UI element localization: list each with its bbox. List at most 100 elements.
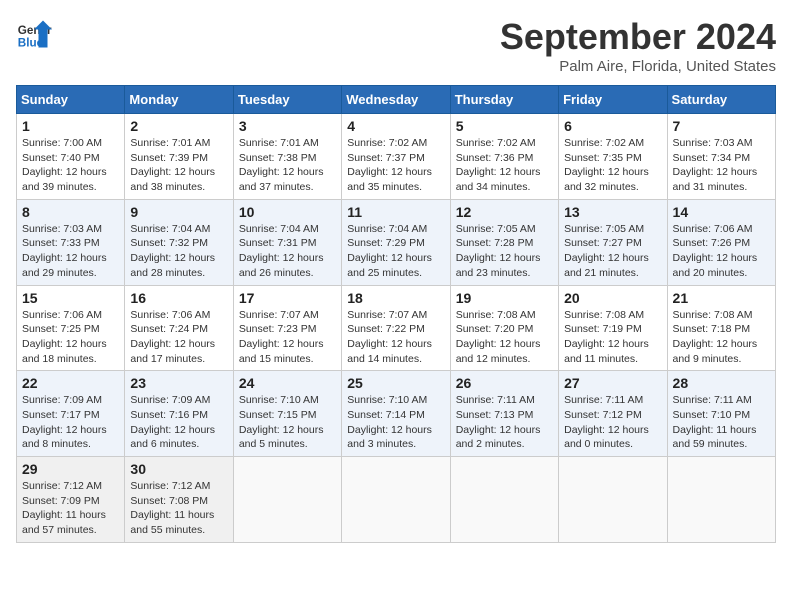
calendar-cell: 3 Sunrise: 7:01 AMSunset: 7:38 PMDaylight…	[233, 114, 341, 200]
day-info: Sunrise: 7:01 AMSunset: 7:38 PMDaylight:…	[239, 136, 336, 195]
day-info: Sunrise: 7:07 AMSunset: 7:22 PMDaylight:…	[347, 308, 444, 367]
day-number: 3	[239, 118, 336, 134]
weekday-header-wednesday: Wednesday	[342, 86, 450, 114]
weekday-header-monday: Monday	[125, 86, 233, 114]
day-number: 27	[564, 375, 661, 391]
day-number: 12	[456, 204, 553, 220]
calendar-cell: 24 Sunrise: 7:10 AMSunset: 7:15 PMDayligh…	[233, 371, 341, 457]
calendar-week-row: 22 Sunrise: 7:09 AMSunset: 7:17 PMDayligh…	[17, 371, 776, 457]
calendar-cell	[233, 457, 341, 543]
weekday-header-sunday: Sunday	[17, 86, 125, 114]
day-number: 7	[673, 118, 770, 134]
calendar-cell: 2 Sunrise: 7:01 AMSunset: 7:39 PMDaylight…	[125, 114, 233, 200]
day-info: Sunrise: 7:06 AMSunset: 7:24 PMDaylight:…	[130, 308, 227, 367]
day-number: 6	[564, 118, 661, 134]
day-info: Sunrise: 7:03 AMSunset: 7:33 PMDaylight:…	[22, 222, 119, 281]
day-info: Sunrise: 7:08 AMSunset: 7:19 PMDaylight:…	[564, 308, 661, 367]
day-number: 22	[22, 375, 119, 391]
calendar-cell: 1 Sunrise: 7:00 AMSunset: 7:40 PMDaylight…	[17, 114, 125, 200]
weekday-header-friday: Friday	[559, 86, 667, 114]
day-info: Sunrise: 7:08 AMSunset: 7:20 PMDaylight:…	[456, 308, 553, 367]
day-number: 15	[22, 290, 119, 306]
calendar-cell	[342, 457, 450, 543]
calendar-cell: 17Sunrise: 7:07 AMSunset: 7:23 PMDayligh…	[233, 285, 341, 371]
day-number: 30	[130, 461, 227, 477]
day-number: 11	[347, 204, 444, 220]
logo: General Blue	[16, 16, 52, 52]
calendar-cell: 4 Sunrise: 7:02 AMSunset: 7:37 PMDaylight…	[342, 114, 450, 200]
calendar-cell	[450, 457, 558, 543]
month-title: September 2024	[500, 16, 776, 58]
weekday-header-saturday: Saturday	[667, 86, 775, 114]
calendar-header-row: SundayMondayTuesdayWednesdayThursdayFrid…	[17, 86, 776, 114]
day-number: 25	[347, 375, 444, 391]
calendar-cell: 20 Sunrise: 7:08 AMSunset: 7:19 PMDayligh…	[559, 285, 667, 371]
calendar-cell: 21 Sunrise: 7:08 AMSunset: 7:18 PMDayligh…	[667, 285, 775, 371]
day-info: Sunrise: 7:02 AMSunset: 7:37 PMDaylight:…	[347, 136, 444, 195]
calendar-cell: 5 Sunrise: 7:02 AMSunset: 7:36 PMDaylight…	[450, 114, 558, 200]
day-info: Sunrise: 7:01 AMSunset: 7:39 PMDaylight:…	[130, 136, 227, 195]
day-info: Sunrise: 7:11 AMSunset: 7:12 PMDaylight:…	[564, 393, 661, 452]
calendar-cell: 26 Sunrise: 7:11 AMSunset: 7:13 PMDayligh…	[450, 371, 558, 457]
day-number: 1	[22, 118, 119, 134]
calendar-cell: 22 Sunrise: 7:09 AMSunset: 7:17 PMDayligh…	[17, 371, 125, 457]
day-number: 21	[673, 290, 770, 306]
title-area: September 2024 Palm Aire, Florida, Unite…	[500, 16, 776, 75]
day-info: Sunrise: 7:10 AMSunset: 7:14 PMDaylight:…	[347, 393, 444, 452]
day-info: Sunrise: 7:07 AMSunset: 7:23 PMDaylight:…	[239, 308, 336, 367]
day-info: Sunrise: 7:09 AMSunset: 7:17 PMDaylight:…	[22, 393, 119, 452]
day-number: 24	[239, 375, 336, 391]
day-info: Sunrise: 7:04 AMSunset: 7:32 PMDaylight:…	[130, 222, 227, 281]
day-info: Sunrise: 7:04 AMSunset: 7:29 PMDaylight:…	[347, 222, 444, 281]
day-number: 19	[456, 290, 553, 306]
calendar-cell: 15 Sunrise: 7:06 AMSunset: 7:25 PMDayligh…	[17, 285, 125, 371]
day-info: Sunrise: 7:12 AMSunset: 7:08 PMDaylight:…	[130, 479, 227, 538]
calendar-cell: 10Sunrise: 7:04 AMSunset: 7:31 PMDayligh…	[233, 199, 341, 285]
day-info: Sunrise: 7:04 AMSunset: 7:31 PMDaylight:…	[239, 222, 336, 281]
calendar-cell: 28Sunrise: 7:11 AMSunset: 7:10 PMDayligh…	[667, 371, 775, 457]
calendar-cell	[559, 457, 667, 543]
calendar-cell: 19 Sunrise: 7:08 AMSunset: 7:20 PMDayligh…	[450, 285, 558, 371]
day-info: Sunrise: 7:12 AMSunset: 7:09 PMDaylight:…	[22, 479, 119, 538]
day-info: Sunrise: 7:11 AMSunset: 7:10 PMDaylight:…	[673, 393, 770, 452]
calendar-cell: 25 Sunrise: 7:10 AMSunset: 7:14 PMDayligh…	[342, 371, 450, 457]
calendar-cell: 13 Sunrise: 7:05 AMSunset: 7:27 PMDayligh…	[559, 199, 667, 285]
calendar-week-row: 29 Sunrise: 7:12 AMSunset: 7:09 PMDayligh…	[17, 457, 776, 543]
calendar-cell: 9Sunrise: 7:04 AMSunset: 7:32 PMDaylight…	[125, 199, 233, 285]
weekday-header-thursday: Thursday	[450, 86, 558, 114]
calendar-cell: 23 Sunrise: 7:09 AMSunset: 7:16 PMDayligh…	[125, 371, 233, 457]
day-info: Sunrise: 7:06 AMSunset: 7:26 PMDaylight:…	[673, 222, 770, 281]
day-number: 13	[564, 204, 661, 220]
calendar-cell: 7 Sunrise: 7:03 AMSunset: 7:34 PMDaylight…	[667, 114, 775, 200]
calendar-week-row: 15 Sunrise: 7:06 AMSunset: 7:25 PMDayligh…	[17, 285, 776, 371]
calendar-cell: 27 Sunrise: 7:11 AMSunset: 7:12 PMDayligh…	[559, 371, 667, 457]
page-header: General Blue September 2024 Palm Aire, F…	[16, 16, 776, 75]
day-info: Sunrise: 7:02 AMSunset: 7:35 PMDaylight:…	[564, 136, 661, 195]
day-info: Sunrise: 7:03 AMSunset: 7:34 PMDaylight:…	[673, 136, 770, 195]
day-number: 8	[22, 204, 119, 220]
day-info: Sunrise: 7:00 AMSunset: 7:40 PMDaylight:…	[22, 136, 119, 195]
calendar-cell: 12Sunrise: 7:05 AMSunset: 7:28 PMDayligh…	[450, 199, 558, 285]
logo-icon: General Blue	[16, 16, 52, 52]
day-info: Sunrise: 7:11 AMSunset: 7:13 PMDaylight:…	[456, 393, 553, 452]
day-info: Sunrise: 7:02 AMSunset: 7:36 PMDaylight:…	[456, 136, 553, 195]
day-info: Sunrise: 7:10 AMSunset: 7:15 PMDaylight:…	[239, 393, 336, 452]
day-number: 20	[564, 290, 661, 306]
day-number: 5	[456, 118, 553, 134]
calendar-cell: 29 Sunrise: 7:12 AMSunset: 7:09 PMDayligh…	[17, 457, 125, 543]
day-number: 14	[673, 204, 770, 220]
day-number: 2	[130, 118, 227, 134]
calendar-cell: 16Sunrise: 7:06 AMSunset: 7:24 PMDayligh…	[125, 285, 233, 371]
day-number: 4	[347, 118, 444, 134]
day-number: 23	[130, 375, 227, 391]
day-number: 29	[22, 461, 119, 477]
day-number: 18	[347, 290, 444, 306]
calendar-cell: 14 Sunrise: 7:06 AMSunset: 7:26 PMDayligh…	[667, 199, 775, 285]
day-info: Sunrise: 7:05 AMSunset: 7:27 PMDaylight:…	[564, 222, 661, 281]
day-number: 26	[456, 375, 553, 391]
weekday-header-tuesday: Tuesday	[233, 86, 341, 114]
day-info: Sunrise: 7:09 AMSunset: 7:16 PMDaylight:…	[130, 393, 227, 452]
day-info: Sunrise: 7:08 AMSunset: 7:18 PMDaylight:…	[673, 308, 770, 367]
calendar-cell: 30 Sunrise: 7:12 AMSunset: 7:08 PMDayligh…	[125, 457, 233, 543]
day-info: Sunrise: 7:06 AMSunset: 7:25 PMDaylight:…	[22, 308, 119, 367]
